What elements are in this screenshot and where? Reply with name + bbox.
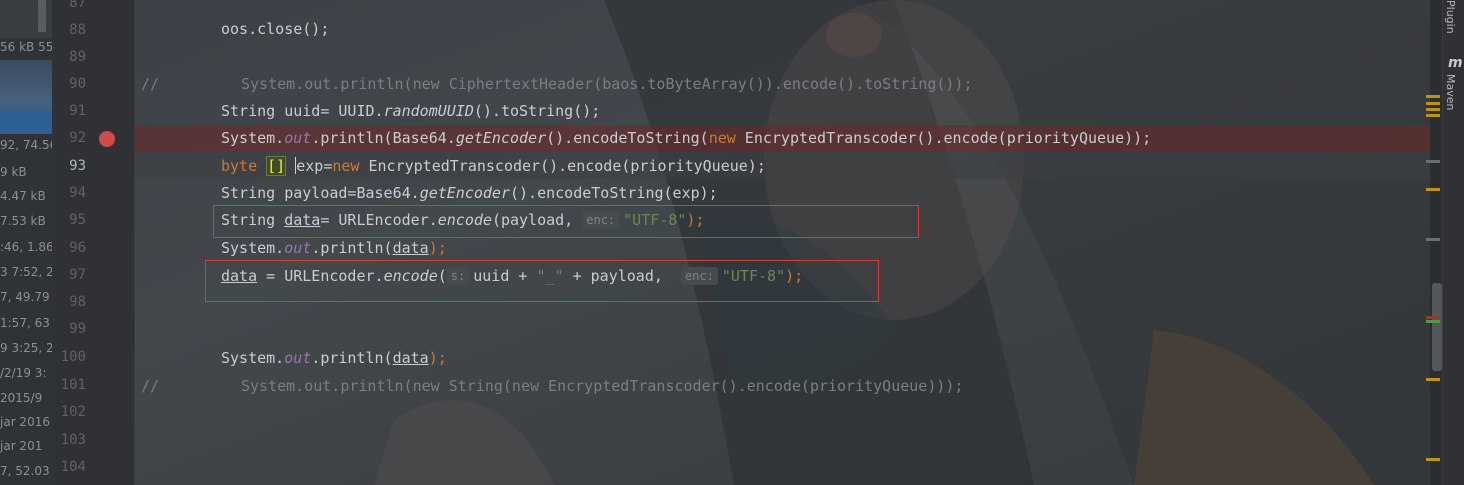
warning-marker[interactable] — [1426, 458, 1440, 461]
file-info: 1:57, 63 — [0, 316, 50, 330]
file-info: jar 201 — [0, 439, 43, 453]
file-info: /2/19 3: — [0, 366, 47, 380]
line-number: 88 — [69, 22, 86, 38]
panel-scrollbar[interactable] — [38, 0, 46, 32]
line-number: 100 — [60, 349, 86, 365]
code-line-90[interactable]: System.out.println(new CiphertextHeader(… — [241, 71, 973, 98]
plugin-tool-tab[interactable]: Plugin — [1444, 0, 1457, 34]
warning-marker[interactable] — [1426, 378, 1440, 381]
line-number: 94 — [69, 185, 86, 201]
line-number: 87 — [69, 0, 86, 11]
code-line-101[interactable]: System.out.println(new String(new Encryp… — [241, 373, 963, 400]
warning-marker[interactable] — [1426, 188, 1440, 191]
error-stripe[interactable] — [1430, 0, 1440, 485]
info-marker[interactable] — [1426, 238, 1440, 241]
warning-marker[interactable] — [1426, 95, 1440, 98]
warning-marker[interactable] — [1426, 108, 1440, 111]
line-number: 101 — [60, 377, 86, 393]
code-line-88[interactable]: oos.close(); — [221, 16, 329, 43]
line-number: 104 — [60, 459, 86, 475]
code-line-92[interactable]: System.out.println(Base64.getEncoder().e… — [221, 125, 1151, 152]
code-line-93[interactable]: byte [] exp=new EncryptedTranscoder().en… — [221, 153, 766, 180]
code-line-100[interactable]: System.out.println(data); — [221, 345, 447, 372]
file-info: 56 kB 55 — [0, 40, 52, 54]
file-info: :46, 1.86 — [0, 240, 52, 254]
line-number: 89 — [69, 49, 86, 65]
line-number: 95 — [69, 212, 86, 228]
breakpoint-icon[interactable] — [99, 131, 115, 147]
file-info: 3 7:52, 2 — [0, 265, 52, 279]
file-info: 7, 49.79 — [0, 290, 50, 304]
info-marker[interactable] — [1426, 160, 1440, 163]
file-info: jar 2016 — [0, 415, 50, 429]
line-number: 103 — [60, 432, 86, 448]
warning-marker[interactable] — [1426, 102, 1440, 105]
file-info: 9 kB — [0, 165, 27, 179]
line-number: 97 — [69, 267, 86, 283]
comment-marker: // — [141, 75, 160, 93]
editor-scrollbar-thumb[interactable] — [1432, 283, 1442, 371]
maven-tool-tab[interactable]: Maven — [1444, 74, 1457, 110]
panel-selected-row[interactable] — [0, 110, 52, 134]
line-number: 98 — [69, 294, 86, 310]
code-line-91[interactable]: String uuid= UUID.randomUUID().toString(… — [221, 98, 600, 125]
line-number: 102 — [60, 404, 86, 420]
line-number: 92 — [69, 130, 86, 146]
code-line-94[interactable]: String payload=Base64.getEncoder().encod… — [221, 180, 718, 207]
file-info: 4.47 kB — [0, 189, 46, 203]
line-number: 99 — [69, 321, 86, 337]
file-info: 7.53 kB — [0, 214, 46, 228]
right-tool-window-bar — [1442, 0, 1464, 485]
annotation-box — [213, 205, 919, 238]
line-number: 96 — [69, 240, 86, 256]
change-marker[interactable] — [1426, 320, 1440, 323]
code-line-96[interactable]: System.out.println(data); — [221, 235, 447, 262]
error-marker[interactable] — [1426, 316, 1440, 319]
project-panel-strip: 56 kB 55 92, 74.56 9 kB 4.47 kB 7.53 kB … — [0, 0, 52, 485]
line-number-current: 93 — [69, 158, 86, 174]
comment-marker: // — [141, 377, 160, 395]
annotation-box — [205, 260, 879, 302]
file-info: 7, 52.03 — [0, 464, 50, 478]
line-number: 90 — [69, 76, 86, 92]
file-info: 92, 74.56 — [0, 138, 52, 152]
line-number: 91 — [69, 103, 86, 119]
file-info: 9 3:25, 2 — [0, 341, 52, 355]
maven-icon[interactable]: m — [1448, 55, 1463, 71]
file-info: 2015/9 — [0, 391, 43, 405]
warning-marker[interactable] — [1426, 114, 1440, 117]
